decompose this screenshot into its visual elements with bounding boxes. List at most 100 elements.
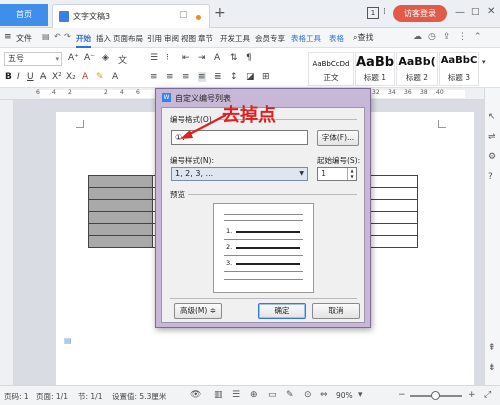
table-cell[interactable] <box>88 211 153 224</box>
settings-icon[interactable]: ⚙ <box>488 152 496 162</box>
view-web-icon[interactable]: ⊕ <box>250 390 258 400</box>
menu-file[interactable]: 文件 <box>16 33 32 44</box>
font-color-icon[interactable]: A <box>82 72 88 82</box>
show-marks-icon[interactable]: ¶ <box>246 53 252 63</box>
save-icon[interactable]: ▤ <box>42 32 50 41</box>
table-cell[interactable] <box>88 187 153 200</box>
increase-indent-icon[interactable]: ⇥ <box>198 53 206 63</box>
zoom-dropdown-icon[interactable]: ▾ <box>358 390 363 400</box>
table-cell[interactable] <box>88 175 153 188</box>
highlight-icon[interactable]: ✎ <box>96 72 104 82</box>
search-button[interactable]: ⌕查找 <box>353 32 373 43</box>
adjust-icon[interactable]: ⇌ <box>488 132 496 142</box>
table-cell[interactable] <box>88 235 153 248</box>
align-left-icon[interactable]: ≡ <box>150 72 158 82</box>
collapse-icon[interactable]: ⌃ <box>474 32 482 42</box>
tab-document[interactable]: 文字文稿3 ▢ <box>52 4 210 28</box>
view-page-icon[interactable]: ▥ <box>214 390 223 400</box>
undo-icon[interactable]: ↶ <box>54 32 61 41</box>
styles-more-icon[interactable]: ▾ <box>482 58 486 66</box>
style-heading-3[interactable]: AaBbC 标题 3 <box>439 52 479 86</box>
view-write-icon[interactable]: ✎ <box>286 390 294 400</box>
zoom-in-icon[interactable]: + <box>468 390 476 400</box>
char-border-icon[interactable]: A <box>112 72 118 82</box>
number-style-select[interactable]: 1, 2, 3, ... ▼ <box>171 167 308 181</box>
menu-table[interactable]: 表格 <box>329 33 344 44</box>
help-icon[interactable]: ? <box>488 172 493 182</box>
italic-icon[interactable]: I <box>17 72 20 82</box>
bullet-list-icon[interactable]: ☰ <box>150 53 158 63</box>
maximize-icon[interactable]: □ <box>471 7 480 17</box>
minimize-icon[interactable]: — <box>455 7 465 18</box>
font-button[interactable]: 字体(F)... <box>317 130 359 146</box>
grow-font-icon[interactable]: A⁺ <box>68 53 79 63</box>
window-count-badge[interactable]: 1 <box>367 7 379 19</box>
advanced-button[interactable]: 高级(M) ≑ <box>174 303 222 319</box>
menu-review[interactable]: 审阅 <box>164 33 179 44</box>
style-heading-2[interactable]: AaBb( 标题 2 <box>396 52 438 86</box>
grid-icon[interactable]: ⁞ <box>383 7 386 17</box>
sort-icon[interactable]: ⇅ <box>230 53 238 63</box>
prev-page-icon[interactable]: ⇞ <box>488 343 496 353</box>
style-heading-1[interactable]: AaBb 标题 1 <box>355 52 395 86</box>
align-center-icon[interactable]: ≡ <box>166 72 174 82</box>
subscript-icon[interactable]: X₂ <box>66 72 76 82</box>
shading-icon[interactable]: ◪ <box>246 72 255 82</box>
underline-icon[interactable]: U <box>27 72 34 82</box>
table-cell[interactable] <box>88 199 153 212</box>
menu-start[interactable]: 开始 <box>76 33 91 48</box>
shrink-font-icon[interactable]: A⁻ <box>84 53 95 63</box>
close-icon[interactable]: ✕ <box>487 6 495 17</box>
fit-width-icon[interactable]: ⇔ <box>320 390 328 400</box>
table-cell[interactable] <box>88 223 153 236</box>
redo-icon[interactable]: ↷ <box>64 32 71 41</box>
screen-icon[interactable]: ▢ <box>179 10 188 20</box>
clear-format-icon[interactable]: ◈ <box>102 53 109 63</box>
bold-icon[interactable]: B <box>5 72 12 82</box>
superscript-icon[interactable]: X² <box>52 72 62 82</box>
cursor-icon[interactable]: ↖ <box>488 112 496 122</box>
cloud-icon[interactable]: ☁ <box>413 32 422 42</box>
next-page-icon[interactable]: ⇟ <box>488 363 496 373</box>
distributed-icon[interactable]: ≣ <box>214 72 222 82</box>
view-outline-icon[interactable]: ☰ <box>232 390 240 400</box>
font-size-select[interactable]: 五号 ▾ <box>4 52 62 66</box>
start-number-stepper[interactable]: 1 ▲ ▼ <box>317 167 357 181</box>
chinese-layout-icon[interactable]: A <box>214 53 220 63</box>
zoom-out-icon[interactable]: − <box>398 390 406 400</box>
view-read-icon[interactable]: ▭ <box>268 390 277 400</box>
menu-table-tools[interactable]: 表格工具 <box>291 33 321 44</box>
strikethrough-icon[interactable]: A̶ <box>40 72 46 82</box>
style-normal[interactable]: AaBbCcDd 正文 <box>308 52 354 86</box>
view-focus-icon[interactable]: ⊙ <box>304 390 312 400</box>
more-icon[interactable]: ⋮ <box>458 32 467 42</box>
visitor-login-button[interactable]: 访客登录 <box>393 5 447 22</box>
history-icon[interactable]: ◷ <box>428 32 436 42</box>
zoom-level[interactable]: 90% <box>336 391 353 400</box>
fullscreen-icon[interactable]: ⤢ <box>484 390 491 400</box>
menu-reference[interactable]: 引用 <box>147 33 162 44</box>
align-right-icon[interactable]: ≡ <box>182 72 190 82</box>
menu-dev-tools[interactable]: 开发工具 <box>220 33 250 44</box>
zoom-slider-thumb[interactable] <box>431 391 440 400</box>
spinner-icon[interactable]: ▲ ▼ <box>347 168 356 180</box>
tab-home[interactable]: 首页 <box>0 4 48 26</box>
vertical-ruler[interactable] <box>0 100 14 385</box>
pinyin-icon[interactable]: 文 <box>118 53 127 66</box>
menu-view[interactable]: 视图 <box>181 33 196 44</box>
menu-page-layout[interactable]: 页面布局 <box>113 33 143 44</box>
eye-protect-icon[interactable]: 👁 <box>190 390 201 400</box>
menu-chapter[interactable]: 章节 <box>198 33 213 44</box>
numbered-list-icon[interactable]: ⁝ <box>166 53 169 63</box>
menu-insert[interactable]: 插入 <box>96 33 111 44</box>
table-handle-icon[interactable]: ▤ <box>64 336 72 345</box>
menu-member[interactable]: 会员专享 <box>255 33 285 44</box>
ok-button[interactable]: 确定 <box>258 303 306 319</box>
menu-icon[interactable]: ≡ <box>4 32 12 42</box>
add-tab-button[interactable]: + <box>214 5 226 21</box>
borders-icon[interactable]: ⊞ <box>262 72 270 82</box>
line-spacing-icon[interactable]: ↕ <box>230 72 238 82</box>
share-icon[interactable]: ⇪ <box>443 32 451 42</box>
justify-icon[interactable]: ≡ <box>198 72 206 82</box>
decrease-indent-icon[interactable]: ⇤ <box>182 53 190 63</box>
